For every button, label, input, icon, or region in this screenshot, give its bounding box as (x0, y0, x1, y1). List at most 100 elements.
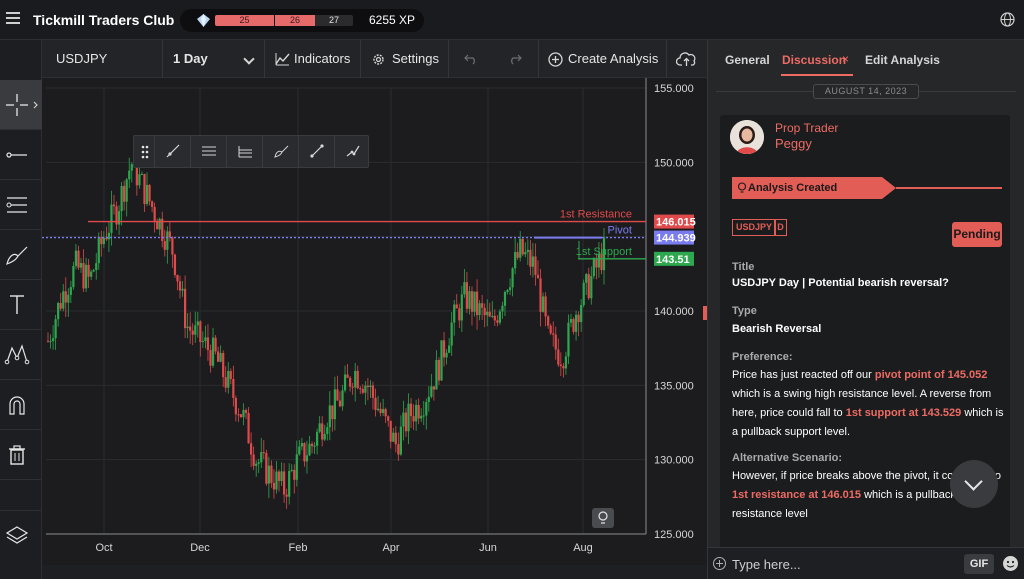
candle-body (371, 385, 375, 398)
tab-discussion[interactable]: Discussion (782, 53, 846, 67)
candle-body (323, 434, 326, 440)
preference-label: Preference: (732, 351, 793, 363)
candle-body (562, 366, 565, 369)
close-icon[interactable]: × (842, 52, 849, 66)
globe-icon[interactable] (1000, 12, 1015, 27)
candle-body (595, 259, 598, 268)
delete-tool[interactable] (0, 430, 42, 480)
candle-body (427, 396, 430, 403)
candle-body (107, 232, 111, 240)
candle-body (277, 471, 281, 481)
path-button[interactable] (334, 136, 370, 167)
hamburger-menu-icon[interactable] (6, 12, 20, 24)
candle-body (369, 385, 372, 388)
xp-progress: 25 26 27 6255 XP (180, 9, 424, 32)
line-icon (6, 152, 27, 158)
candle-body (582, 282, 585, 306)
interval-selector[interactable]: 1 Day (173, 40, 208, 78)
candle-body (409, 403, 413, 417)
undo-icon[interactable] (464, 53, 478, 65)
candle-body (374, 397, 377, 411)
candle-body (140, 174, 144, 176)
candle-body (252, 454, 255, 466)
brush-tool[interactable] (0, 230, 42, 280)
y-tick-label: 140.000 (654, 306, 694, 318)
ray-button[interactable] (298, 136, 334, 167)
crosshair-tool[interactable] (0, 80, 42, 130)
candle-body (224, 377, 227, 388)
candle-body (239, 414, 243, 418)
candle-body (305, 455, 309, 462)
author-name[interactable]: Peggy (775, 136, 812, 151)
candle-body (569, 319, 573, 323)
tab-general[interactable]: General (725, 53, 770, 67)
candle-body (364, 385, 367, 393)
pending-status-button[interactable]: Pending (952, 222, 1002, 247)
candle-body (214, 337, 217, 352)
candle-body (361, 389, 364, 393)
gear-icon[interactable] (371, 52, 386, 67)
candle-body (176, 275, 179, 282)
fib-tool[interactable] (0, 180, 42, 230)
candle-body (554, 334, 557, 350)
candle-body (536, 274, 540, 279)
candle-body (590, 276, 593, 299)
x-tick-label: Oct (95, 542, 112, 554)
layers-tool[interactable] (0, 510, 42, 560)
brush-button[interactable] (262, 136, 298, 167)
candle-body (62, 291, 65, 309)
cloud-upload-icon[interactable] (676, 51, 698, 67)
candle-body (234, 397, 237, 415)
chevron-right-icon[interactable] (33, 101, 39, 109)
candle-body (265, 452, 268, 484)
redo-icon[interactable] (508, 53, 522, 65)
candle-body (244, 410, 248, 413)
candle-body (463, 282, 466, 295)
candle-body (399, 426, 402, 455)
horizontal-line-tool[interactable] (0, 130, 42, 180)
text-tool[interactable] (0, 280, 42, 330)
scroll-down-button[interactable] (950, 460, 998, 508)
fibonacci-icon (6, 197, 27, 213)
candle-body (219, 353, 222, 362)
avatar[interactable] (730, 120, 764, 154)
candle-body (491, 315, 494, 317)
pattern-icon (4, 344, 30, 365)
chart-toolbar: USDJPY 1 Day Indicators Settings Create … (42, 40, 707, 78)
tab-edit-analysis[interactable]: Edit Analysis (865, 53, 940, 67)
create-analysis-button[interactable]: Create Analysis (568, 40, 658, 78)
candle-body (437, 360, 441, 381)
plus-circle-icon[interactable] (548, 52, 563, 67)
candle-body (382, 409, 385, 414)
status-banner-line (896, 187, 1002, 189)
candle-body (493, 315, 496, 321)
candle-body (84, 264, 88, 289)
add-attachment-icon[interactable] (713, 557, 726, 570)
emoji-icon[interactable] (1002, 555, 1019, 572)
message-input[interactable] (732, 554, 957, 574)
candle-body (376, 408, 380, 411)
candle-body (577, 314, 580, 323)
candle-body (250, 443, 253, 455)
x-tick-label: Apr (382, 542, 399, 554)
fib-button[interactable] (226, 136, 262, 167)
y-tick-label: 130.000 (654, 455, 694, 467)
indicators-icon[interactable] (275, 52, 290, 66)
magnet-tool[interactable] (0, 380, 42, 430)
level-price-label: 146.015 (656, 217, 696, 229)
drag-handle-icon[interactable] (141, 144, 149, 160)
candle-body (222, 353, 225, 378)
candle-body (331, 405, 334, 420)
settings-button[interactable]: Settings (392, 40, 439, 78)
trendline-button[interactable] (154, 136, 190, 167)
gif-button[interactable]: GIF (964, 554, 994, 574)
indicators-button[interactable]: Indicators (294, 40, 350, 78)
pattern-tool[interactable] (0, 330, 42, 380)
candle-body (173, 254, 177, 276)
analysis-panel: General Discussion × Edit Analysis AUGUS… (707, 40, 1024, 579)
channel-button[interactable] (190, 136, 226, 167)
chevron-down-icon[interactable] (243, 53, 255, 65)
symbol-selector[interactable]: USDJPY (56, 40, 107, 78)
candle-body (430, 386, 433, 397)
top-bar: Tickmill Traders Club 25 26 27 6255 XP (0, 0, 1024, 40)
